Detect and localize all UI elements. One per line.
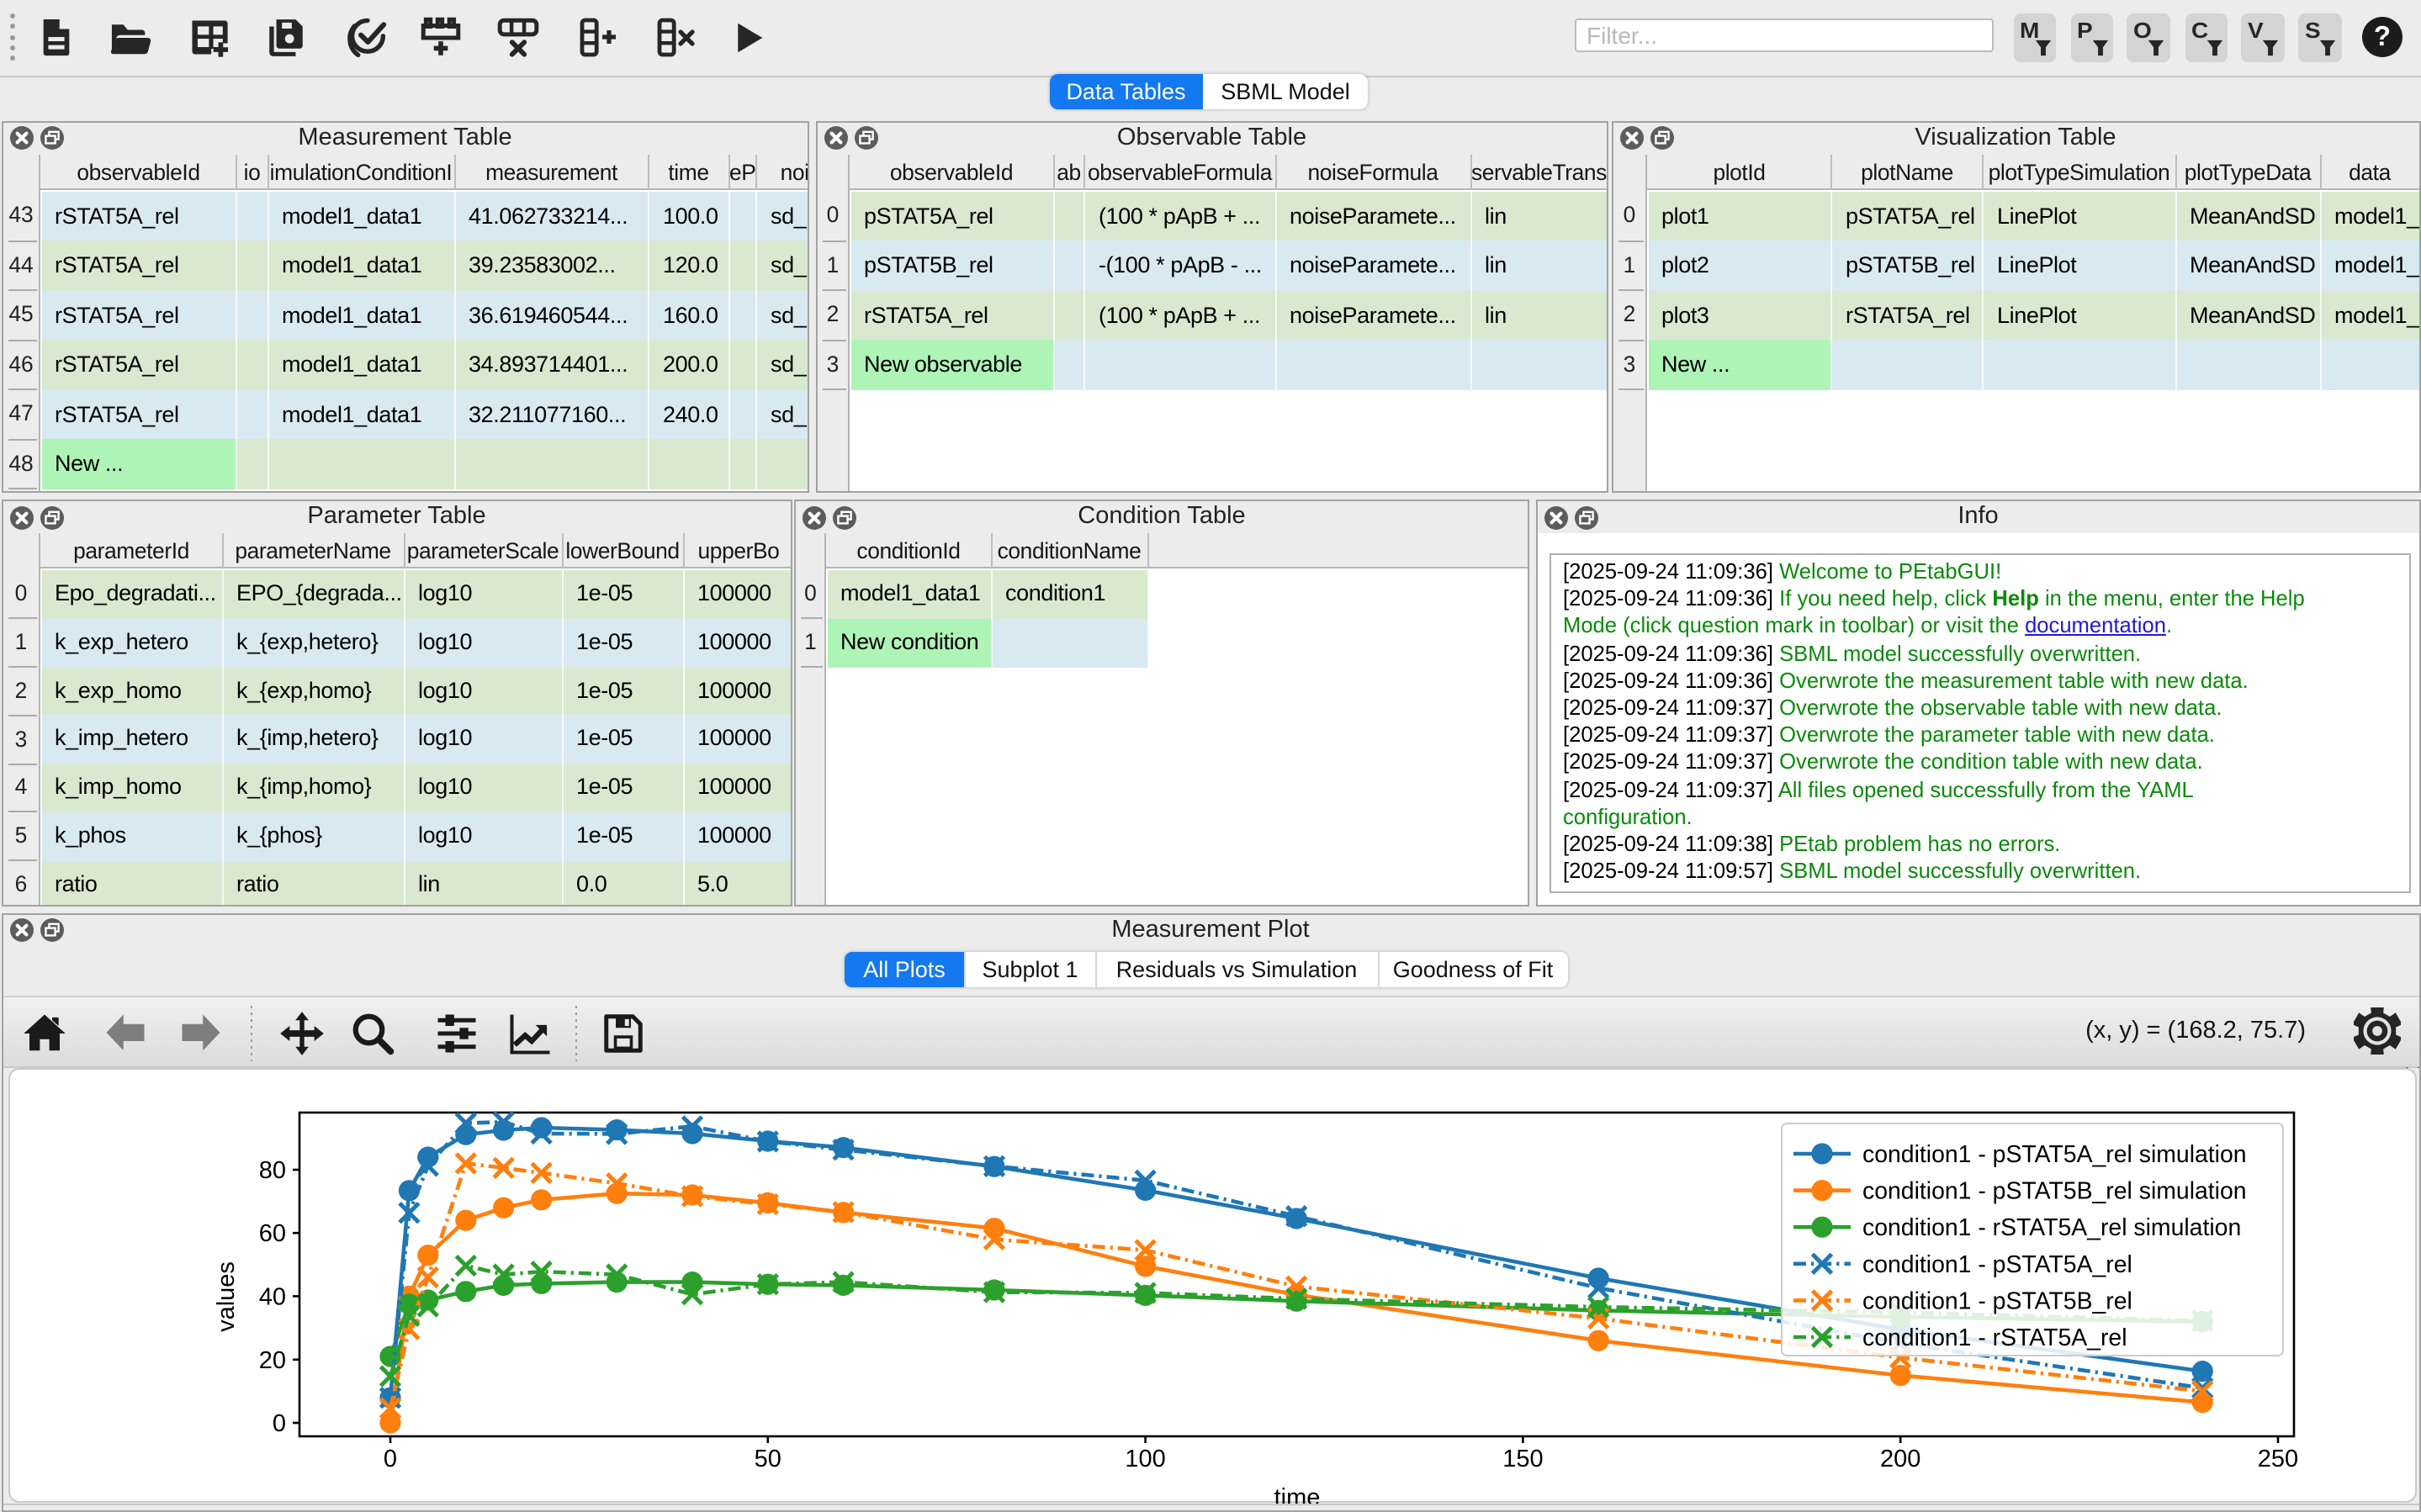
svg-text:50: 50	[754, 1446, 781, 1472]
svg-text:100: 100	[1124, 1446, 1164, 1472]
svg-text:condition1 - pSTAT5A_rel simul: condition1 - pSTAT5A_rel simulation	[1862, 1141, 2246, 1168]
svg-text:condition1 - pSTAT5B_rel: condition1 - pSTAT5B_rel	[1862, 1287, 2132, 1314]
svg-text:condition1 - rSTAT5A_rel simul: condition1 - rSTAT5A_rel simulation	[1862, 1214, 2240, 1241]
svg-text:80: 80	[258, 1157, 285, 1184]
svg-text:40: 40	[258, 1283, 285, 1310]
svg-text:200: 200	[1879, 1446, 1920, 1472]
svg-text:values: values	[212, 1261, 239, 1332]
svg-text:150: 150	[1502, 1446, 1542, 1472]
svg-text:60: 60	[258, 1220, 285, 1247]
svg-text:condition1 - pSTAT5A_rel: condition1 - pSTAT5A_rel	[1862, 1251, 2132, 1278]
svg-text:20: 20	[258, 1347, 285, 1374]
svg-text:0: 0	[272, 1410, 285, 1437]
svg-text:condition1 - rSTAT5A_rel: condition1 - rSTAT5A_rel	[1862, 1324, 2127, 1351]
svg-text:0: 0	[383, 1446, 396, 1472]
svg-text:condition1 - pSTAT5B_rel simul: condition1 - pSTAT5B_rel simulation	[1862, 1178, 2246, 1205]
svg-text:250: 250	[2257, 1446, 2297, 1472]
